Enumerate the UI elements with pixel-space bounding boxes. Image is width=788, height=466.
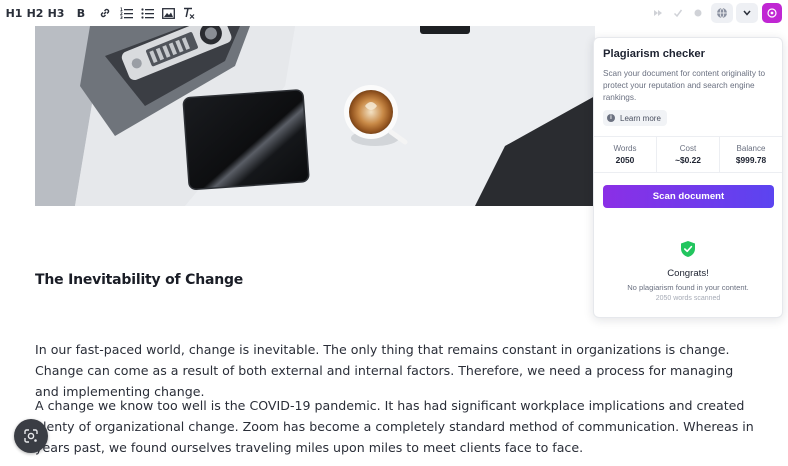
more-dropdown-button[interactable]	[736, 3, 758, 23]
formatting-toolbar: H1 H2 H3 B 123	[0, 0, 788, 26]
article-paragraph-2: A change we know too well is the COVID-1…	[35, 398, 754, 455]
heading-2-label: H2	[26, 6, 44, 20]
redo-button[interactable]	[648, 3, 668, 23]
article-heading: The Inevitability of Change	[35, 272, 244, 288]
ordered-list-button[interactable]: 123	[116, 2, 136, 24]
shield-check-icon	[681, 241, 695, 257]
heading-1-button[interactable]: H1	[4, 2, 24, 24]
panel-title: Plagiarism checker	[603, 48, 705, 60]
plagiarism-checker-button[interactable]	[762, 3, 782, 23]
svg-text:3: 3	[120, 15, 123, 19]
article-hero-image	[35, 26, 595, 206]
chevron-down-icon	[743, 10, 751, 16]
heading-3-label: H3	[47, 6, 65, 20]
bold-label: B	[76, 6, 86, 20]
plagiarism-icon	[767, 8, 777, 18]
redo-icon	[654, 10, 662, 16]
desk-photo	[35, 26, 595, 206]
clear-format-button[interactable]	[179, 2, 199, 24]
insert-image-button[interactable]	[158, 2, 178, 24]
lens-icon	[24, 429, 38, 443]
link-icon	[100, 8, 110, 18]
scan-document-button[interactable]: Scan document	[603, 185, 774, 208]
stat-label: Balance	[736, 144, 766, 153]
scan-result-text: No plagiarism found in your content.	[627, 283, 749, 292]
scan-stats: Words 2050 Cost ~$0.22 Balance $999.78	[594, 136, 782, 173]
learn-more-label: Learn more	[620, 113, 661, 123]
globe-icon	[717, 7, 727, 19]
panel-description: Scan your document for content originali…	[603, 69, 766, 102]
stat-balance: Balance $999.78	[720, 137, 782, 172]
plagiarism-checker-panel: Plagiarism checker Scan your document fo…	[593, 37, 783, 318]
words-scanned-text: 2050 words scanned	[655, 295, 721, 302]
bullet-list-icon	[140, 8, 154, 19]
article-paragraph-1: In our fast-paced world, change is inevi…	[35, 342, 734, 399]
circle-icon	[694, 9, 702, 17]
heading-2-button[interactable]: H2	[25, 2, 45, 24]
info-icon: i	[607, 114, 615, 122]
visual-search-button[interactable]	[14, 419, 48, 453]
stat-value: 2050	[615, 155, 635, 165]
check-button[interactable]	[668, 3, 688, 23]
stat-cost: Cost ~$0.22	[657, 137, 720, 172]
stat-value: ~$0.22	[675, 155, 701, 165]
editor-page: H1 H2 H3 B 123 The Inevitability of Chan…	[0, 0, 788, 466]
learn-more-button[interactable]: i Learn more	[603, 110, 667, 126]
link-button[interactable]	[95, 2, 115, 24]
language-button[interactable]	[711, 3, 733, 23]
check-icon	[673, 9, 683, 18]
heading-3-button[interactable]: H3	[46, 2, 66, 24]
heading-1-label: H1	[5, 6, 23, 20]
congrats-heading: Congrats!	[667, 268, 709, 279]
bold-button[interactable]: B	[71, 2, 91, 24]
stat-value: $999.78	[735, 155, 767, 165]
stat-label: Cost	[679, 144, 697, 153]
bullet-list-button[interactable]	[137, 2, 157, 24]
stat-words: Words 2050	[594, 137, 657, 172]
ordered-list-icon: 123	[120, 7, 133, 19]
image-icon	[161, 7, 175, 19]
clear-format-icon	[184, 7, 195, 19]
status-button[interactable]	[688, 3, 708, 23]
toolbar-right-group	[648, 3, 782, 23]
stat-label: Words	[613, 144, 637, 153]
